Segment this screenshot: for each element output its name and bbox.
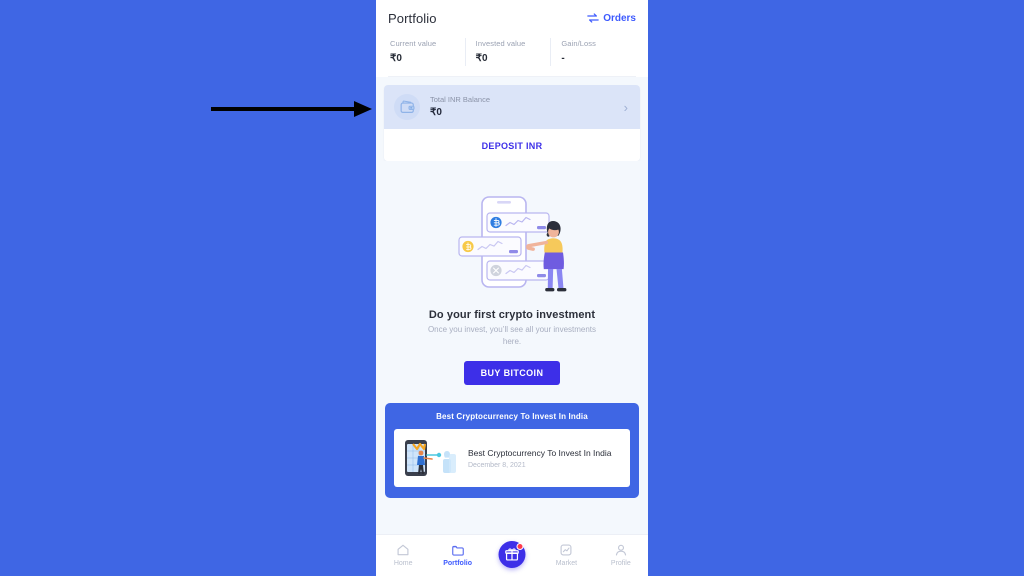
blog-section-title: Best Cryptocurrency To Invest In India (436, 412, 588, 421)
orders-label: Orders (603, 12, 636, 24)
empty-state-title: Do your first crypto investment (428, 309, 596, 321)
orders-button[interactable]: Orders (587, 13, 636, 24)
chevron-right-icon[interactable]: › (624, 101, 630, 114)
blog-card: Best Cryptocurrency To Invest In India B… (385, 403, 639, 498)
wallet-icon (400, 100, 415, 114)
mobile-app-viewport: Portfolio Orders Current value ₹0 Invest… (376, 0, 648, 576)
balance-section: Total INR Balance ₹0 › DEPOSIT INR (376, 77, 648, 161)
nav-item-home[interactable]: Home (376, 543, 430, 568)
nav-item-profile[interactable]: Profile (594, 543, 648, 568)
buy-bitcoin-button[interactable]: BUY BITCOIN (463, 361, 561, 385)
empty-investment-state: Do your first crypto investment Once you… (376, 161, 648, 403)
person-icon (615, 544, 626, 556)
notification-badge-dot (516, 543, 524, 550)
annotation-arrow (211, 100, 376, 118)
stat-label: Invested value (475, 39, 526, 48)
blog-article-text: Best Cryptocurrency To Invest In India D… (468, 447, 621, 469)
page-title: Portfolio (388, 10, 437, 26)
arrow-head (354, 101, 372, 117)
nav-label: Market (555, 560, 578, 567)
stat-invested-value: Invested value ₹0 (464, 38, 551, 66)
stat-label: Gain/Loss (561, 39, 597, 48)
stat-value: ₹0 (475, 53, 488, 64)
header-top-row: Portfolio Orders (388, 6, 636, 30)
balance-card: Total INR Balance ₹0 › DEPOSIT INR (384, 85, 640, 161)
app-header: Portfolio Orders Current value ₹0 Invest… (376, 0, 648, 77)
bottom-navigation: Home Portfolio Market Profile (376, 534, 648, 576)
blog-article-date: December 8, 2021 (468, 462, 526, 469)
stat-label: Current value (390, 39, 437, 48)
stat-value: ₹0 (390, 53, 402, 64)
swap-arrows-icon (587, 13, 599, 23)
balance-texts: Total INR Balance ₹0 (430, 94, 614, 120)
nav-label: Portfolio (443, 560, 472, 567)
stat-current-value: Current value ₹0 (388, 38, 465, 66)
crypto-investment-illustration (458, 196, 567, 292)
blog-article-title: Best Cryptocurrency To Invest In India (468, 448, 612, 458)
blog-thumbnail-icon (405, 440, 456, 476)
stat-gain-loss: Gain/Loss - (550, 38, 636, 66)
rewards-fab-button[interactable] (498, 541, 526, 568)
screen: Portfolio Orders Current value ₹0 Invest… (0, 0, 1024, 576)
nav-label: Profile (610, 560, 631, 567)
home-icon (397, 544, 409, 556)
stat-value: - (561, 53, 565, 64)
balance-value: ₹0 (430, 107, 442, 118)
deposit-inr-button[interactable]: DEPOSIT INR (384, 129, 640, 161)
wallet-icon-container (394, 94, 420, 120)
nav-item-portfolio[interactable]: Portfolio (430, 543, 484, 568)
portfolio-stats: Current value ₹0 Invested value ₹0 Gain/… (388, 30, 636, 76)
arrow-shaft (211, 107, 359, 111)
market-chart-icon (560, 544, 572, 556)
total-inr-balance-row[interactable]: Total INR Balance ₹0 › (384, 85, 640, 129)
nav-label: Home (393, 560, 413, 567)
blog-section: Best Cryptocurrency To Invest In India B… (376, 403, 648, 498)
content-spacer (376, 498, 648, 534)
deposit-inr-label: DEPOSIT INR (481, 141, 543, 151)
blog-article-item[interactable]: Best Cryptocurrency To Invest In India D… (394, 429, 630, 487)
balance-label: Total INR Balance (430, 95, 491, 104)
nav-item-market[interactable]: Market (539, 543, 593, 568)
empty-state-subtitle: Once you invest, you’ll see all your inv… (427, 325, 597, 346)
folder-icon (451, 545, 464, 556)
